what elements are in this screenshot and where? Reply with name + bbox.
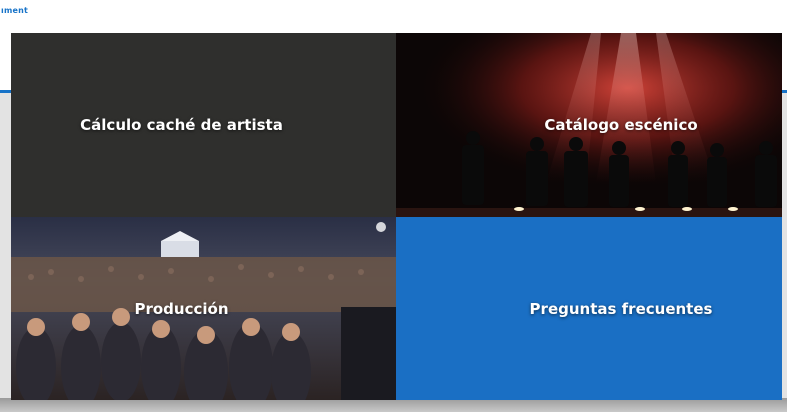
tile-label: Catálogo escénico xyxy=(544,116,698,134)
tile-label: Cálculo caché de artista xyxy=(80,116,283,134)
tile-label: Preguntas frecuentes xyxy=(529,299,713,318)
bottom-shadow xyxy=(0,398,787,412)
tile-stage-catalog[interactable]: Catálogo escénico xyxy=(396,33,782,217)
tile-label: Producción xyxy=(134,299,229,318)
services-grid: Cálculo caché de artista Catálogo escéni… xyxy=(11,33,782,400)
tile-faq[interactable]: Preguntas frecuentes xyxy=(396,217,782,400)
tile-artist-fee-calculator[interactable]: Cálculo caché de artista xyxy=(11,33,396,217)
brand-logo[interactable]: ıment xyxy=(1,6,28,15)
tile-production[interactable]: Producción xyxy=(11,217,396,400)
